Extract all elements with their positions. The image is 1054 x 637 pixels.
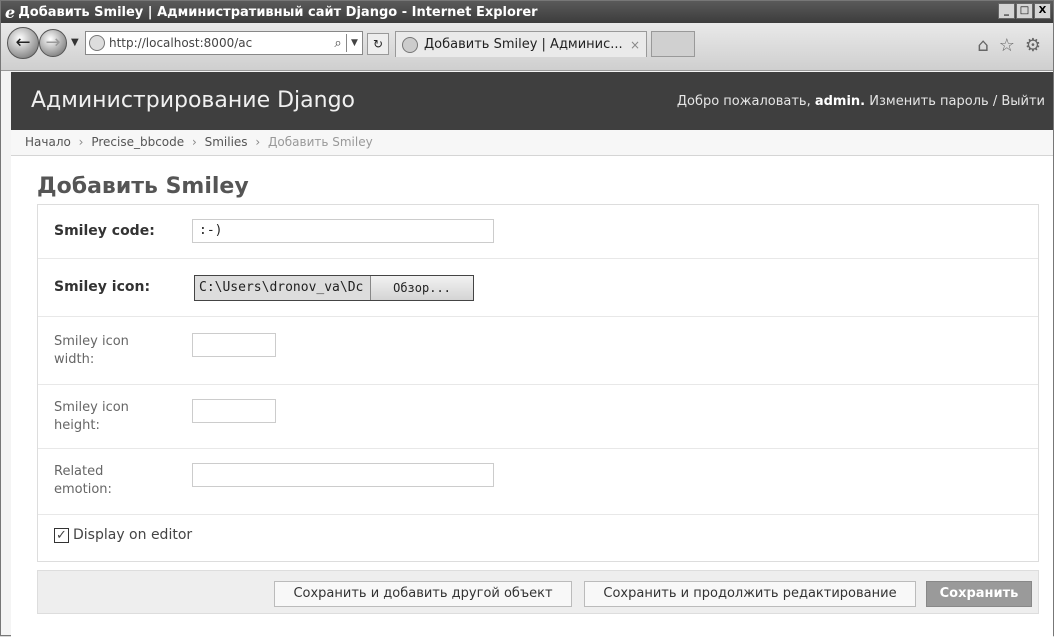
breadcrumb-current: Добавить Smiley bbox=[268, 135, 373, 149]
back-arrow-icon: ← bbox=[15, 32, 31, 53]
browser-icons: ⌂ ☆ ⚙ bbox=[977, 35, 1041, 56]
smiley-code-label: Smiley code: bbox=[54, 223, 155, 239]
gear-icon[interactable]: ⚙ bbox=[1025, 35, 1041, 56]
save-button[interactable]: Сохранить bbox=[926, 581, 1032, 607]
maximize-button[interactable]: □ bbox=[1016, 3, 1033, 19]
display-on-editor-checkbox[interactable]: ✓ Display on editor bbox=[54, 527, 192, 543]
close-button[interactable]: X bbox=[1034, 3, 1051, 19]
tab-active[interactable]: Добавить Smiley | Админис... × bbox=[395, 31, 647, 57]
file-path-field[interactable]: C:\Users\dronov_va\Dc bbox=[195, 276, 371, 300]
username: admin. bbox=[814, 94, 866, 109]
minimize-button[interactable]: _ bbox=[998, 3, 1015, 19]
logout-link[interactable]: Выйти bbox=[1001, 94, 1045, 109]
tab-close-icon[interactable]: × bbox=[630, 38, 646, 52]
breadcrumb: Начало › Precise_bbcode › Smilies › Доба… bbox=[11, 130, 1053, 156]
related-emotion-label: Related emotion: bbox=[54, 464, 112, 497]
smiley-icon-label: Smiley icon: bbox=[54, 279, 151, 295]
home-icon[interactable]: ⌂ bbox=[977, 35, 988, 56]
save-and-continue-button[interactable]: Сохранить и продолжить редактирование bbox=[584, 581, 916, 607]
form-row-icon: Smiley icon: C:\Users\dronov_va\Dc Обзор… bbox=[38, 259, 1038, 317]
display-on-editor-label: Display on editor bbox=[73, 527, 193, 543]
new-tab-button[interactable] bbox=[651, 31, 695, 57]
form-row-code: Smiley code: :-) bbox=[38, 205, 1038, 259]
back-button[interactable]: ← bbox=[7, 27, 39, 59]
forward-arrow-icon: → bbox=[45, 32, 61, 53]
refresh-button[interactable]: ↻ bbox=[367, 33, 389, 55]
submit-row: Сохранить и добавить другой объект Сохра… bbox=[37, 570, 1039, 614]
search-icon[interactable]: ⌕ bbox=[330, 36, 346, 51]
smiley-form: Smiley code: :-) Smiley icon: C:\Users\d… bbox=[37, 204, 1039, 562]
smiley-icon-height-label: Smiley icon height: bbox=[54, 400, 129, 433]
save-and-add-another-button[interactable]: Сохранить и добавить другой объект bbox=[274, 581, 572, 607]
form-row-height: Smiley icon height: bbox=[38, 385, 1038, 449]
related-emotion-input[interactable] bbox=[192, 463, 494, 487]
user-tools-separator: / bbox=[992, 94, 998, 109]
form-row-display: ✓ Display on editor bbox=[38, 515, 1038, 561]
ie-logo-icon: e bbox=[5, 2, 16, 22]
browser-toolbar: ← → ▼ http://localhost:8000/ac ⌕ ▼ ↻ Доб… bbox=[1, 23, 1053, 71]
breadcrumb-home[interactable]: Начало bbox=[25, 135, 71, 149]
site-brand[interactable]: Администрирование Django bbox=[31, 88, 355, 113]
smiley-icon-file-input[interactable]: C:\Users\dronov_va\Dc Обзор... bbox=[194, 275, 474, 301]
change-password-link[interactable]: Изменить пароль bbox=[869, 94, 988, 109]
smiley-icon-width-label: Smiley icon width: bbox=[54, 334, 129, 367]
tab-title: Добавить Smiley | Админис... bbox=[424, 37, 623, 52]
breadcrumb-separator: › bbox=[78, 135, 84, 149]
breadcrumb-separator: › bbox=[255, 135, 261, 149]
browser-window: e Добавить Smiley | Административный сай… bbox=[0, 0, 1054, 637]
breadcrumb-model[interactable]: Smilies bbox=[205, 135, 248, 149]
smiley-code-input[interactable]: :-) bbox=[192, 219, 494, 243]
window-controls: _ □ X bbox=[998, 3, 1051, 19]
smiley-icon-width-input[interactable] bbox=[192, 333, 276, 357]
address-bar[interactable]: http://localhost:8000/ac ⌕ ▼ bbox=[85, 31, 363, 55]
browse-button[interactable]: Обзор... bbox=[371, 276, 473, 300]
star-icon[interactable]: ☆ bbox=[999, 35, 1015, 56]
forward-button[interactable]: → bbox=[39, 29, 67, 57]
content-area: Добавить Smiley Smiley code: :-) Smiley … bbox=[11, 156, 1053, 637]
history-dropdown-icon[interactable]: ▼ bbox=[71, 37, 79, 48]
form-row-emotion: Related emotion: bbox=[38, 449, 1038, 515]
admin-header: Администрирование Django Добро пожаловат… bbox=[11, 72, 1053, 130]
page-title: Добавить Smiley bbox=[37, 174, 249, 199]
window-title: Добавить Smiley | Административный сайт … bbox=[18, 4, 538, 20]
page-icon bbox=[89, 35, 105, 51]
address-dropdown-icon[interactable]: ▼ bbox=[346, 34, 362, 52]
breadcrumb-separator: › bbox=[191, 135, 197, 149]
title-bar: e Добавить Smiley | Административный сай… bbox=[1, 1, 1053, 23]
checkbox-checked-icon[interactable]: ✓ bbox=[54, 527, 69, 543]
user-tools: Добро пожаловать, admin. Изменить пароль… bbox=[677, 94, 1045, 109]
smiley-icon-height-input[interactable] bbox=[192, 399, 276, 423]
breadcrumb-app[interactable]: Precise_bbcode bbox=[91, 135, 184, 149]
tab-favicon-icon bbox=[402, 36, 418, 53]
url-text[interactable]: http://localhost:8000/ac bbox=[109, 36, 330, 50]
form-row-width: Smiley icon width: bbox=[38, 317, 1038, 385]
welcome-text: Добро пожаловать, bbox=[676, 94, 811, 109]
